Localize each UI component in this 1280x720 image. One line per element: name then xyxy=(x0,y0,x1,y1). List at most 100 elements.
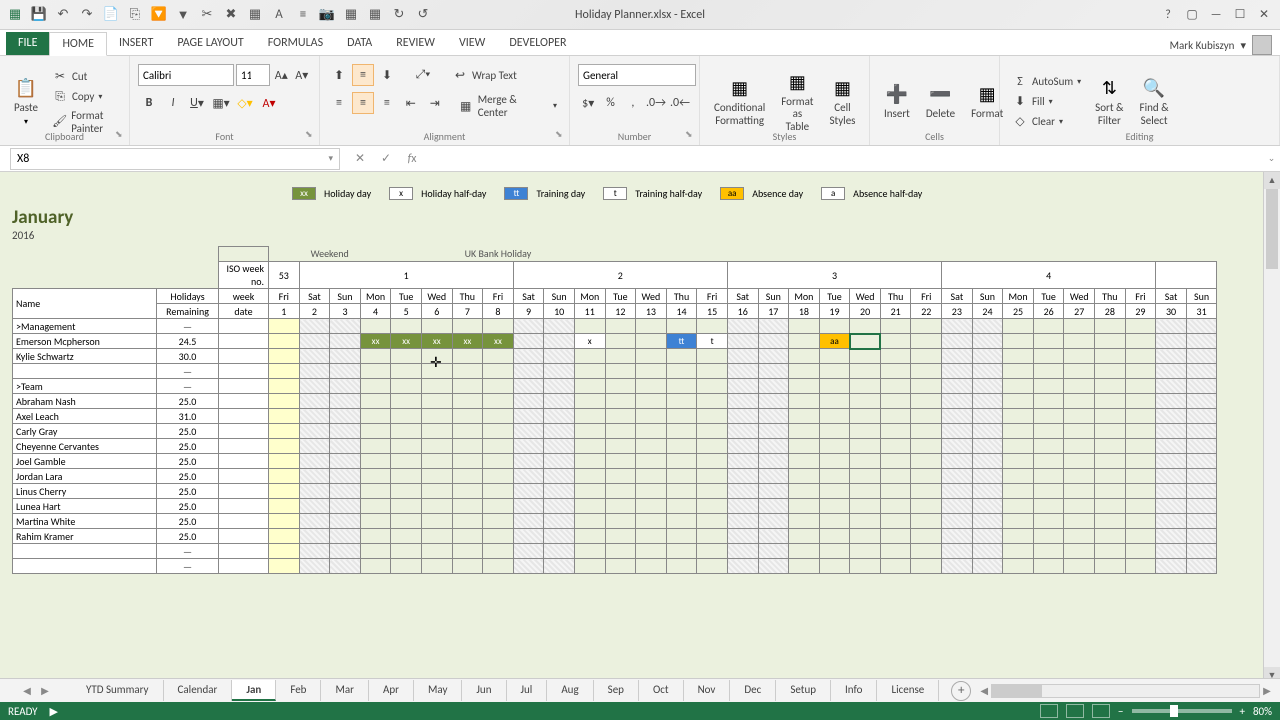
name-box[interactable]: X8▾ xyxy=(10,148,340,170)
selected-cell[interactable] xyxy=(850,334,881,349)
qat-icon[interactable]: ↻ xyxy=(390,6,408,24)
zoom-in-icon[interactable]: + xyxy=(1240,705,1245,718)
zoom-out-icon[interactable]: − xyxy=(1118,705,1123,718)
qat-icon[interactable]: ✂ xyxy=(198,6,216,24)
align-center-icon[interactable]: ≡ xyxy=(352,92,374,114)
sheet-tab-oct[interactable]: Oct xyxy=(639,680,684,701)
page-layout-view-icon[interactable] xyxy=(1066,704,1084,718)
cancel-formula-icon[interactable]: ✕ xyxy=(350,149,370,169)
table-row[interactable]: Abraham Nash25.0 xyxy=(13,394,1217,409)
sheet-tab-dec[interactable]: Dec xyxy=(730,680,776,701)
qat-icon[interactable]: ✖ xyxy=(222,6,240,24)
clear-button[interactable]: ◇Clear▾ xyxy=(1008,113,1085,131)
scroll-up-icon[interactable]: ▲ xyxy=(1264,172,1280,189)
horizontal-scrollbar[interactable]: ◀ ▶ xyxy=(971,684,1280,698)
scroll-thumb[interactable] xyxy=(992,685,1042,697)
decrease-indent-icon[interactable]: ⇤ xyxy=(400,92,422,114)
vertical-scrollbar[interactable]: ▲ ▼ xyxy=(1263,172,1280,684)
scroll-thumb[interactable] xyxy=(1266,189,1278,269)
zoom-level[interactable]: 80% xyxy=(1253,705,1272,718)
accounting-icon[interactable]: $▾ xyxy=(578,92,598,114)
table-row[interactable]: Carly Gray25.0 xyxy=(13,424,1217,439)
table-row[interactable]: Emerson Mcpherson24.5xxxxxxxxxxxtttaa xyxy=(13,334,1217,349)
ribbon-tab-home[interactable]: HOME xyxy=(49,32,107,56)
sheet-tab-sep[interactable]: Sep xyxy=(594,680,639,701)
planner-table[interactable]: WeekendUK Bank HolidayISO week no.531234… xyxy=(12,246,1217,574)
merge-center-button[interactable]: ▦Merge & Center▾ xyxy=(454,92,561,120)
table-row[interactable]: Linus Cherry25.0 xyxy=(13,484,1217,499)
zoom-slider[interactable] xyxy=(1132,709,1232,713)
worksheet-area[interactable]: xxHoliday day xHoliday half-day ttTraini… xyxy=(0,172,1280,684)
close-icon[interactable]: ✕ xyxy=(1254,5,1274,25)
align-top-icon[interactable]: ⬆ xyxy=(328,64,350,86)
font-name-select[interactable] xyxy=(138,64,234,86)
undo-icon[interactable]: ↶ xyxy=(54,6,72,24)
sheet-tab-aug[interactable]: Aug xyxy=(547,680,593,701)
table-row[interactable]: Lunea Hart25.0 xyxy=(13,499,1217,514)
copy-button[interactable]: ⎘Copy▾ xyxy=(48,88,121,106)
sheet-tab-jun[interactable]: Jun xyxy=(462,680,506,701)
sheet-tab-apr[interactable]: Apr xyxy=(369,680,414,701)
align-middle-icon[interactable]: ≡ xyxy=(352,64,374,86)
percent-icon[interactable]: % xyxy=(600,92,620,114)
increase-font-icon[interactable]: A▴ xyxy=(272,64,291,86)
table-row[interactable]: Kylie Schwartz30.0 xyxy=(13,349,1217,364)
minimize-icon[interactable]: — xyxy=(1206,5,1226,25)
ribbon-tab-review[interactable]: REVIEW xyxy=(384,32,447,55)
qat-icon[interactable]: ↺ xyxy=(414,6,432,24)
save-icon[interactable]: 💾 xyxy=(30,6,48,24)
normal-view-icon[interactable] xyxy=(1040,704,1058,718)
sheet-tab-mar[interactable]: Mar xyxy=(321,680,369,701)
qat-icon[interactable]: 📄 xyxy=(102,6,120,24)
table-row[interactable]: Cheyenne Cervantes25.0 xyxy=(13,439,1217,454)
new-sheet-button[interactable]: + xyxy=(951,681,971,701)
fx-icon[interactable]: fx xyxy=(402,149,422,169)
qat-icon[interactable]: ▦ xyxy=(342,6,360,24)
camera-icon[interactable]: 📷 xyxy=(318,6,336,24)
ribbon-options-icon[interactable]: ▢ xyxy=(1182,5,1202,25)
qat-icon[interactable]: ▦ xyxy=(246,6,264,24)
help-icon[interactable]: ? xyxy=(1158,5,1178,25)
wrap-text-button[interactable]: ↩Wrap Text xyxy=(448,64,521,86)
fill-button[interactable]: ⬇Fill▾ xyxy=(1008,93,1085,111)
qat-icon[interactable]: ⎘ xyxy=(126,6,144,24)
bold-button[interactable]: B xyxy=(138,92,160,114)
cut-button[interactable]: ✂Cut xyxy=(48,68,121,86)
table-row[interactable]: >Team— xyxy=(13,379,1217,394)
decrease-font-icon[interactable]: A▾ xyxy=(293,64,312,86)
sheet-tab-calendar[interactable]: Calendar xyxy=(164,680,233,701)
font-color-button[interactable]: A▾ xyxy=(258,92,280,114)
sheet-tab-nov[interactable]: Nov xyxy=(684,680,731,701)
user-dropdown-icon[interactable]: ▾ xyxy=(1240,39,1246,52)
qat-icon[interactable]: A xyxy=(270,6,288,24)
font-size-select[interactable] xyxy=(236,64,270,86)
border-button[interactable]: ▦▾ xyxy=(210,92,232,114)
sheet-tab-jan[interactable]: Jan xyxy=(232,680,276,701)
tab-nav-next-icon[interactable]: ▶ xyxy=(38,684,52,698)
dialog-launcher-icon[interactable]: ⬊ xyxy=(115,129,127,141)
table-row[interactable]: — xyxy=(13,364,1217,379)
user-area[interactable]: Mark Kubiszyn ▾ xyxy=(1170,35,1272,55)
dialog-launcher-icon[interactable]: ⬊ xyxy=(685,129,697,141)
increase-decimal-icon[interactable]: .0→ xyxy=(645,92,667,114)
dialog-launcher-icon[interactable]: ⬊ xyxy=(305,129,317,141)
ribbon-tab-formulas[interactable]: FORMULAS xyxy=(256,32,335,55)
ribbon-tab-insert[interactable]: INSERT xyxy=(107,32,165,55)
sheet-tab-license[interactable]: License xyxy=(877,680,939,701)
align-right-icon[interactable]: ≡ xyxy=(376,92,398,114)
sheet-tab-feb[interactable]: Feb xyxy=(276,680,321,701)
increase-indent-icon[interactable]: ⇥ xyxy=(424,92,446,114)
sheet-tab-may[interactable]: May xyxy=(414,680,462,701)
fill-color-button[interactable]: ◇▾ xyxy=(234,92,256,114)
autosum-button[interactable]: ΣAutoSum▾ xyxy=(1008,73,1085,91)
ribbon-tab-file[interactable]: FILE xyxy=(6,32,49,55)
filter-icon[interactable]: ▼ xyxy=(174,6,192,24)
sheet-tab-jul[interactable]: Jul xyxy=(507,680,548,701)
ribbon-tab-data[interactable]: DATA xyxy=(335,32,384,55)
macro-record-icon[interactable]: ▶ xyxy=(50,705,58,718)
avatar[interactable] xyxy=(1252,35,1272,55)
hscroll-right-icon[interactable]: ▶ xyxy=(1260,684,1274,698)
expand-formula-icon[interactable]: ⌄ xyxy=(1263,153,1280,164)
page-break-view-icon[interactable] xyxy=(1092,704,1110,718)
align-bottom-icon[interactable]: ⬇ xyxy=(376,64,398,86)
